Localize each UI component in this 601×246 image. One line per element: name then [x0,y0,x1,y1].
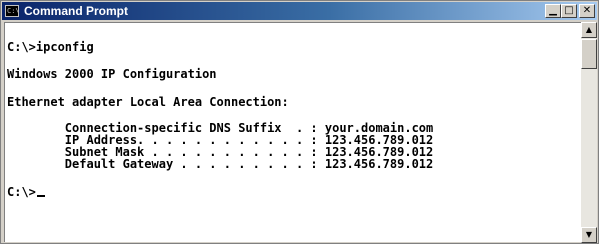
console-line-command: C:\>ipconfig [7,40,94,54]
console-output[interactable]: C:\>ipconfig Windows 2000 IP Configurati… [4,22,583,242]
console-icon[interactable]: C:\ [5,5,19,17]
close-button[interactable]: ✕ [579,4,595,18]
maximize-button[interactable]: □ [561,4,577,18]
title-bar[interactable]: C:\ Command Prompt ▁ □ ✕ [2,2,597,20]
console-line-heading: Windows 2000 IP Configuration [7,67,217,81]
scroll-down-button[interactable]: ▼ [581,227,597,243]
command-prompt-window: C:\ Command Prompt ▁ □ ✕ C:\>ipconfig Wi… [0,0,599,244]
text-cursor [36,195,45,197]
console-line-default-gateway: Default Gateway . . . . . . . . . : 123.… [7,157,434,171]
scroll-up-button[interactable]: ▲ [581,22,597,38]
window-title: Command Prompt [24,4,129,18]
console-prompt: C:\> [7,185,36,199]
minimize-button[interactable]: ▁ [545,4,561,18]
scrollbar-thumb[interactable] [581,39,597,69]
console-line-adapter: Ethernet adapter Local Area Connection: [7,95,289,109]
vertical-scrollbar[interactable]: ▲ ▼ [581,22,597,243]
window-controls: ▁ □ ✕ [545,4,595,18]
console-prompt-line: C:\> [7,185,45,199]
